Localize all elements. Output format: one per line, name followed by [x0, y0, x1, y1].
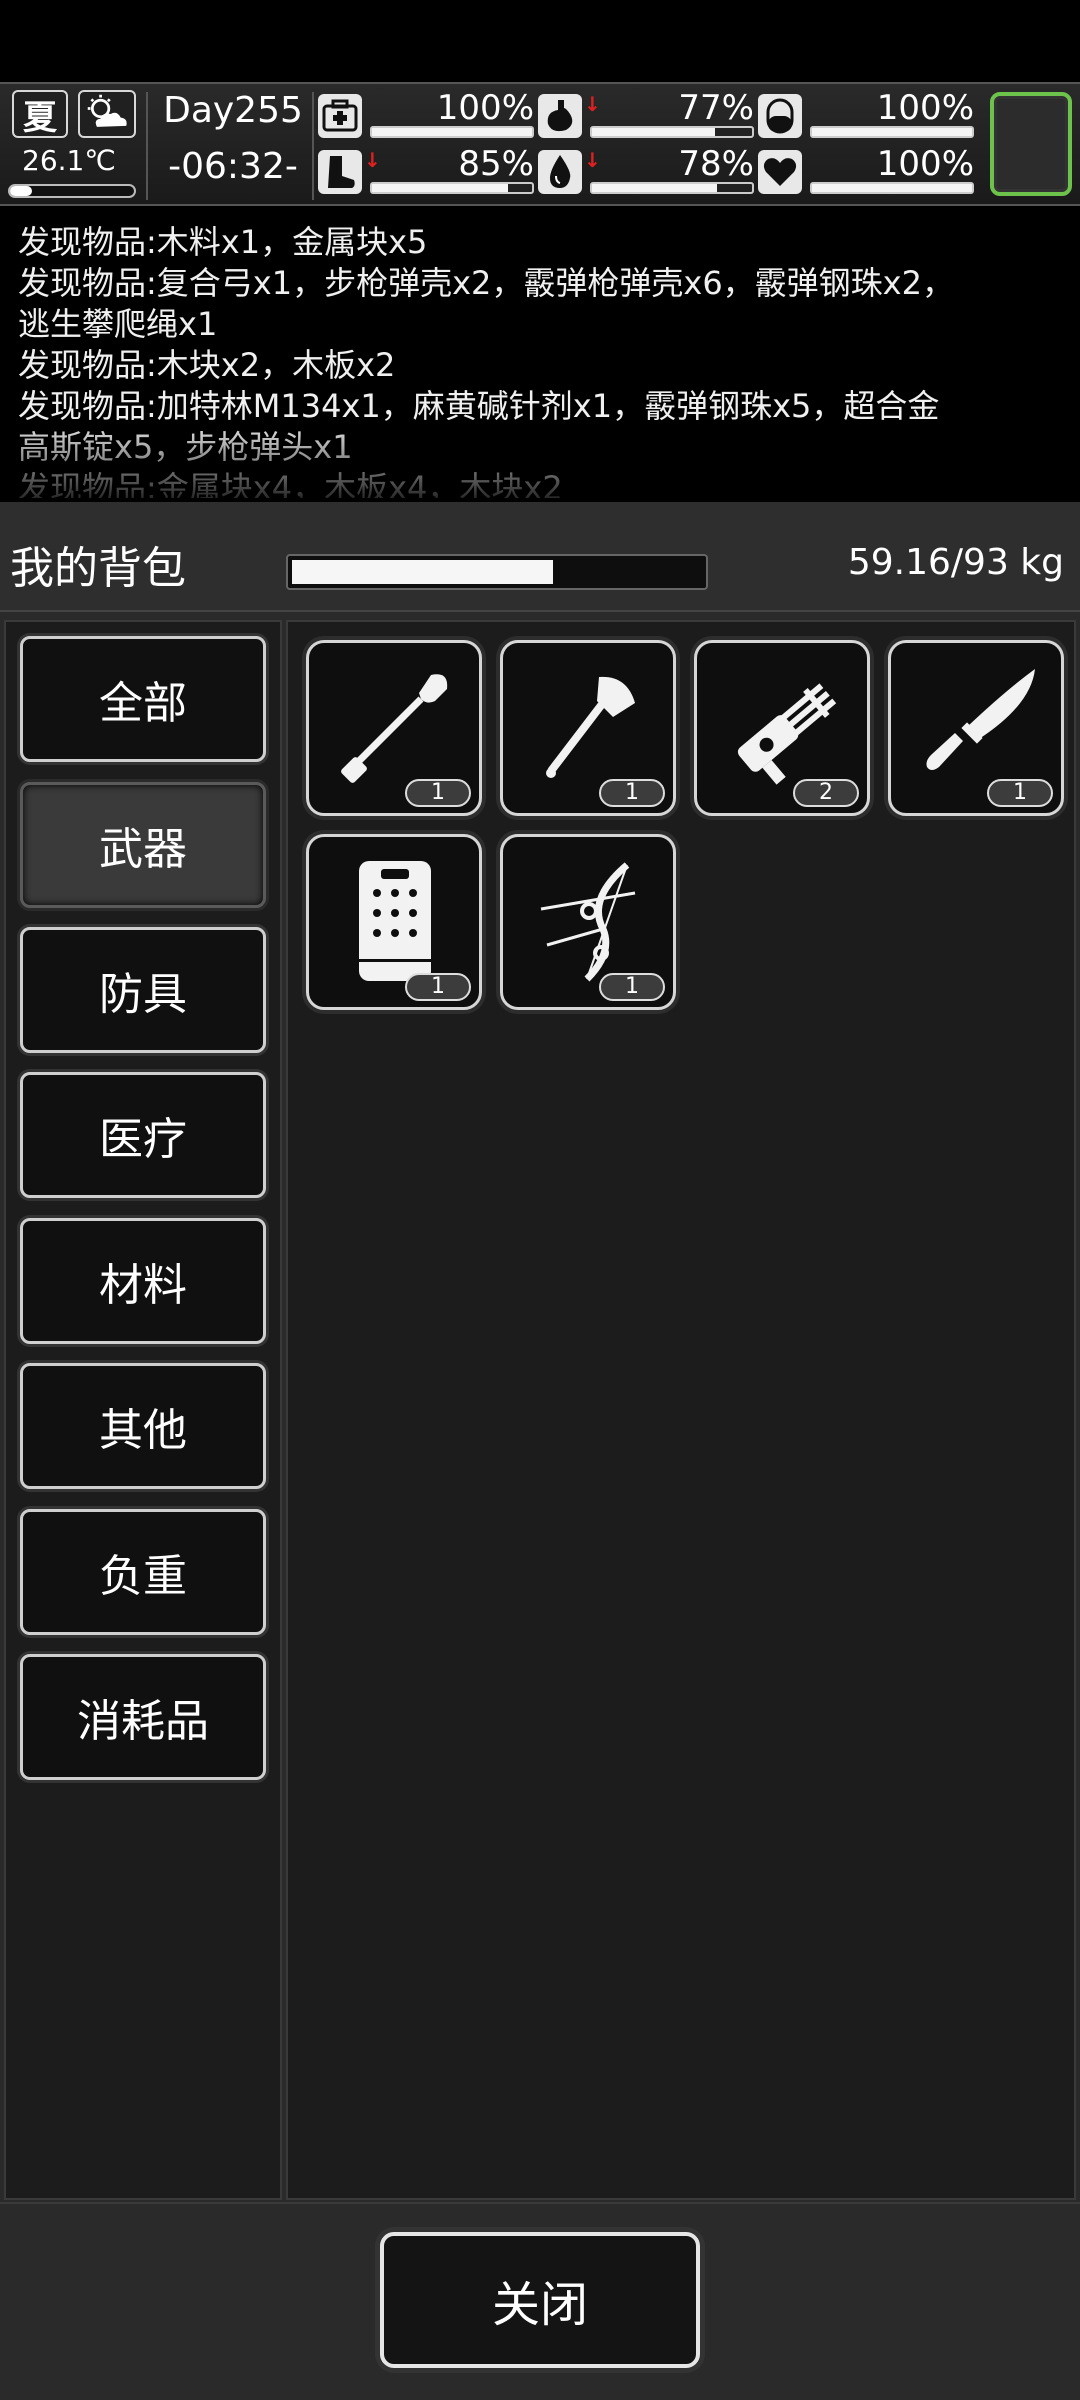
minigun-icon — [737, 683, 837, 785]
health-stat: 100% — [318, 88, 538, 142]
mood-stat: 100% — [758, 144, 978, 198]
item-grid: 1 1 2 1 1 1 — [286, 620, 1076, 2200]
thirst-stat: ↓ 78% — [538, 144, 758, 198]
system-status-area — [0, 0, 1080, 82]
season-badge: 夏 — [12, 90, 68, 138]
stamina-bar — [370, 182, 534, 194]
stamina-value: 85% — [458, 144, 534, 184]
hunger-stat: ↓ 77% — [538, 88, 758, 142]
energy-stat: 100% — [758, 88, 978, 142]
log-line: 发现物品:木料x1，金属块x5 — [18, 223, 428, 261]
category-list: 全部 武器 防具 医疗 材料 其他 负重 消耗品 — [4, 620, 282, 2200]
backpack-panel: 我的背包 59.16/93 kg 全部 武器 防具 医疗 材料 其他 负重 消耗… — [0, 502, 1080, 2400]
clock: -06:32- — [168, 146, 298, 187]
divider — [312, 92, 314, 200]
day-counter: Day255 — [163, 90, 303, 131]
thirst-bar — [590, 182, 754, 194]
falling-arrow-icon: ↓ — [584, 148, 601, 172]
log-line: 发现物品:加特林M134x1，麻黄碱针剂x1，霰弹钢珠x5，超合金 — [18, 387, 940, 425]
falling-arrow-icon: ↓ — [584, 92, 601, 116]
hunger-value: 77% — [678, 88, 754, 128]
log-line: 发现物品:木块x2，木板x2 — [18, 346, 396, 384]
item-slot[interactable]: 2 — [694, 640, 870, 816]
shovel-icon — [341, 674, 448, 783]
stamina-stat: ↓ 85% — [318, 144, 538, 198]
divider — [146, 92, 148, 200]
heart-icon — [758, 150, 802, 194]
log-line: 发现物品:金属块x4，木板x4，木块x2 — [18, 469, 563, 498]
category-medical-button[interactable]: 医疗 — [20, 1072, 266, 1198]
boot-icon — [318, 150, 362, 194]
health-value: 100% — [436, 88, 534, 128]
equipped-item-slot[interactable] — [990, 92, 1072, 196]
riot-shield-icon — [359, 861, 431, 981]
item-quantity: 1 — [599, 779, 665, 807]
water-drop-icon — [538, 150, 582, 194]
falling-arrow-icon: ↓ — [364, 148, 381, 172]
item-slot[interactable]: 1 — [306, 640, 482, 816]
item-slot[interactable]: 1 — [306, 834, 482, 1010]
energy-bar — [810, 126, 974, 138]
weight-value: 59.16/93 kg — [847, 542, 1064, 583]
survival-hud: 夏 26.1℃ Day255 -06:32- 100% ↓ 77% 100% ↓… — [0, 82, 1080, 206]
item-quantity: 2 — [793, 779, 859, 807]
category-armor-button[interactable]: 防具 — [20, 927, 266, 1053]
weight-bar — [286, 554, 708, 590]
category-consumables-button[interactable]: 消耗品 — [20, 1654, 266, 1780]
item-quantity: 1 — [987, 779, 1053, 807]
close-button[interactable]: 关闭 — [380, 2232, 700, 2368]
log-line: 逃生攀爬绳x1 — [18, 305, 218, 343]
category-all-button[interactable]: 全部 — [20, 636, 266, 762]
compound-bow-icon — [540, 862, 636, 982]
knife-icon — [926, 669, 1035, 770]
backpack-footer: 关闭 — [0, 2202, 1080, 2400]
hunger-bar — [590, 126, 754, 138]
medkit-icon — [318, 94, 362, 138]
temperature-value: 26.1℃ — [22, 144, 116, 177]
category-materials-button[interactable]: 材料 — [20, 1218, 266, 1344]
stomach-icon — [538, 94, 582, 138]
item-quantity: 1 — [405, 779, 471, 807]
item-quantity: 1 — [405, 973, 471, 1001]
category-other-button[interactable]: 其他 — [20, 1363, 266, 1489]
backpack-title: 我的背包 — [10, 543, 186, 594]
item-slot[interactable]: 1 — [888, 640, 1064, 816]
axe-icon — [546, 676, 635, 778]
log-line: 发现物品:复合弓x1，步枪弹壳x2，霰弹枪弹壳x6，霰弹钢珠x2， — [18, 264, 954, 302]
item-slot[interactable]: 1 — [500, 640, 676, 816]
backpack-header: 我的背包 59.16/93 kg — [0, 502, 1080, 612]
health-bar — [370, 126, 534, 138]
pill-icon — [758, 94, 802, 138]
mood-value: 100% — [876, 144, 974, 184]
item-quantity: 1 — [599, 973, 665, 1001]
category-weapons-button[interactable]: 武器 — [20, 782, 266, 908]
energy-value: 100% — [876, 88, 974, 128]
thirst-value: 78% — [678, 144, 754, 184]
discovery-log: 发现物品:木料x1，金属块x5 发现物品:复合弓x1，步枪弹壳x2，霰弹枪弹壳x… — [0, 210, 1080, 498]
item-slot[interactable]: 1 — [500, 834, 676, 1010]
temperature-bar — [8, 184, 136, 198]
mood-bar — [810, 182, 974, 194]
partly-cloudy-icon — [78, 90, 136, 138]
category-load-button[interactable]: 负重 — [20, 1509, 266, 1635]
log-line: 高斯锭x5，步枪弹头x1 — [18, 428, 353, 466]
